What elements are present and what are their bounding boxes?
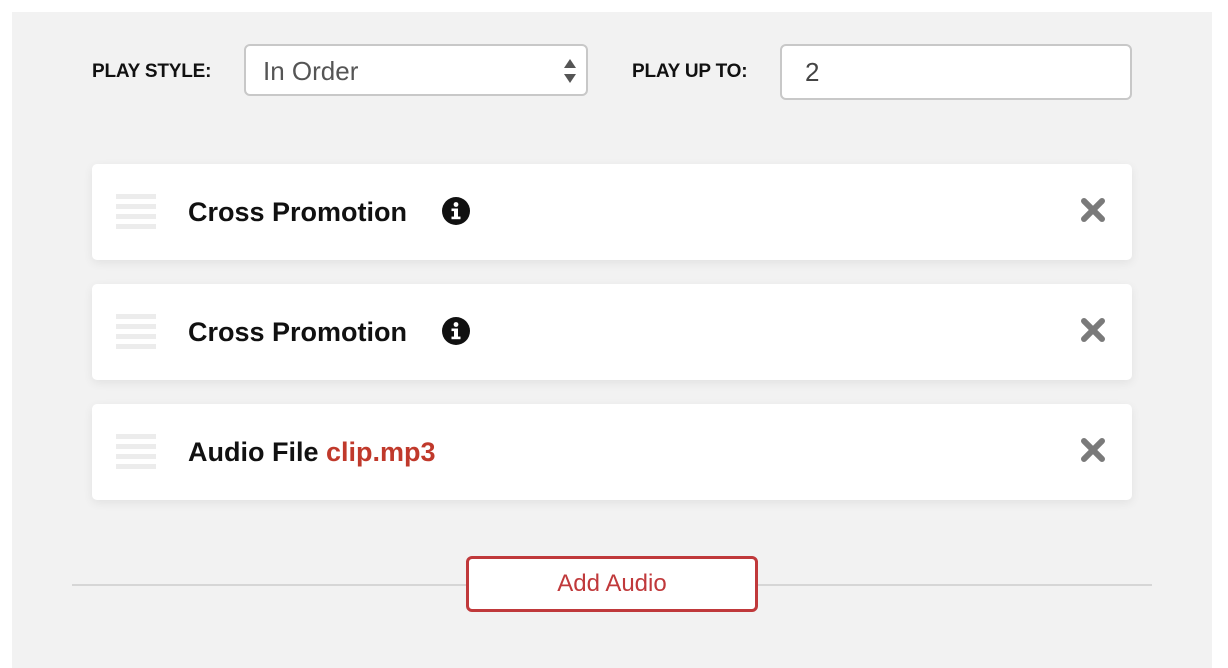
playlist-item-label: Cross Promotion: [188, 197, 408, 227]
drag-handle-icon[interactable]: [116, 434, 156, 470]
playlist-item-label: Audio File: [188, 437, 319, 467]
close-icon[interactable]: [1080, 317, 1106, 343]
play-up-to-input[interactable]: [780, 44, 1132, 100]
playlist-item: Cross Promotion: [92, 164, 1132, 260]
play-style-label: PLAY STYLE:: [92, 61, 212, 82]
drag-handle-icon[interactable]: [116, 194, 156, 230]
audio-file-name[interactable]: clip.mp3: [326, 437, 436, 467]
playlist-item: Cross Promotion: [92, 284, 1132, 380]
drag-handle-icon[interactable]: [116, 314, 156, 350]
info-icon[interactable]: [442, 317, 470, 345]
close-icon[interactable]: [1080, 197, 1106, 223]
chevron-updown-icon: [564, 59, 576, 83]
audio-playlist-panel: PLAY STYLE: In Order PLAY UP TO: Cross P…: [12, 12, 1212, 668]
play-style-select[interactable]: In Order: [244, 44, 588, 96]
playlist-item-title: Audio File clip.mp3: [188, 437, 436, 468]
playlist-item-label: Cross Promotion: [188, 317, 408, 347]
add-audio-button[interactable]: Add Audio: [466, 556, 758, 612]
playlist-item: Audio File clip.mp3: [92, 404, 1132, 500]
close-icon[interactable]: [1080, 437, 1106, 463]
playlist-item-title: Cross Promotion: [188, 197, 407, 228]
play-style-selected-value: In Order: [263, 56, 359, 86]
playlist-item-title: Cross Promotion: [188, 317, 407, 348]
play-up-to-label: PLAY UP TO:: [632, 61, 748, 82]
info-icon[interactable]: [442, 197, 470, 225]
